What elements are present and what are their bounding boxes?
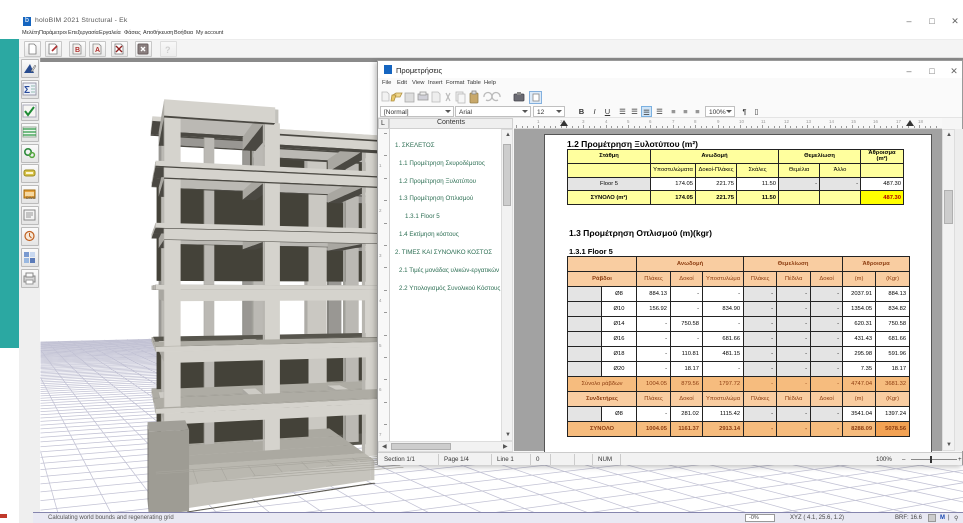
svg-text:DWG: DWG [26,195,36,200]
svg-text:B: B [75,47,80,54]
svg-text:Σ: Σ [24,85,30,96]
svg-text:?: ? [165,45,171,55]
svg-text:A: A [95,47,100,54]
